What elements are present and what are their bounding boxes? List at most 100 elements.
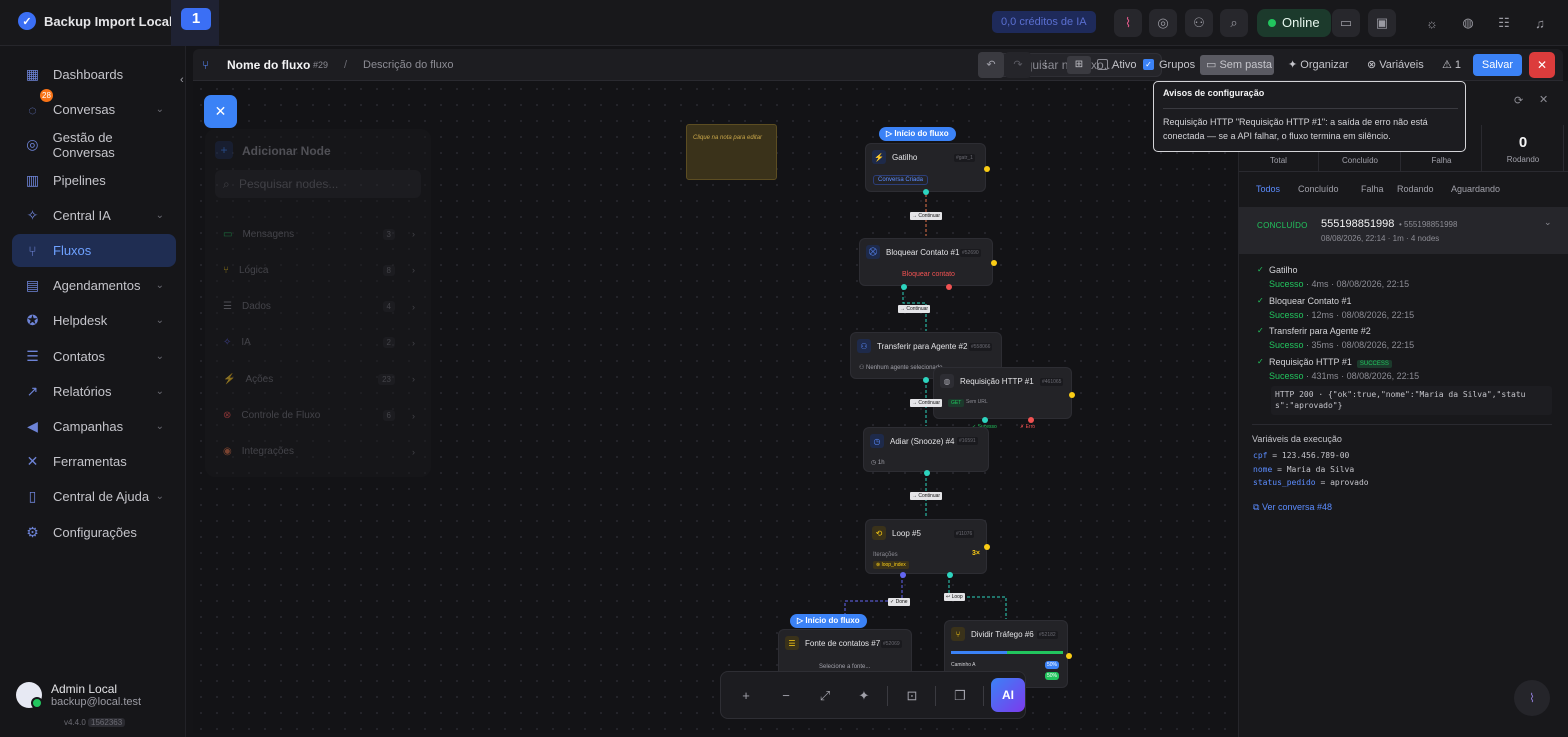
close-editor-button[interactable]: ✕ [1529, 52, 1555, 78]
port[interactable] [947, 572, 953, 578]
chevron-down-icon[interactable]: ⌄ [1544, 217, 1552, 228]
assistant-fab[interactable]: ⌇ [1514, 680, 1550, 716]
user-profile[interactable]: Admin Local backup@local.test [16, 682, 141, 709]
ai-assistant-button[interactable]: AI [991, 678, 1025, 712]
port[interactable] [923, 377, 929, 383]
fit-view-icon[interactable]: ⤢ [813, 684, 837, 708]
ai-icon: ✧ [26, 206, 39, 223]
node-loop[interactable]: ⟲ Loop #5 #11076 Iterações 3× ⊗ loop_inde… [865, 519, 990, 578]
variable-value: = 123.456.789-00 [1272, 451, 1350, 460]
ai-credits-badge[interactable]: 0,0 créditos de IA [992, 11, 1096, 33]
folder-button[interactable]: ▭ Sem pasta [1200, 55, 1274, 75]
message-icon[interactable]: ▭ [1332, 9, 1360, 37]
sidebar-item-dashboards[interactable]: ▦ Dashboards [12, 58, 176, 91]
sidebar-item-pipelines[interactable]: ▥ Pipelines [12, 164, 176, 197]
filter-tab[interactable]: Todos [1256, 184, 1280, 194]
node-body: Bloquear contato [902, 271, 955, 278]
sidebar-item-ferramentas[interactable]: ✕ Ferramentas [12, 445, 176, 478]
chevron-down-icon: ⌄ [155, 421, 164, 432]
flow-id: #29 [313, 60, 329, 70]
execution-run-card[interactable]: CONCLUÍDO 555198851998 • 555198851998 08… [1239, 207, 1568, 254]
sidebar-item-central-de-ajuda[interactable]: ▯ Central de Ajuda ⌄ [12, 480, 176, 513]
sidebar-item-agendamentos[interactable]: ▤ Agendamentos ⌄ [12, 269, 176, 302]
step-duration: · 35ms [1306, 340, 1334, 350]
port[interactable] [1028, 417, 1034, 423]
port[interactable] [982, 417, 988, 423]
sidebar-item-configura-es[interactable]: ⚙ Configurações [12, 516, 176, 549]
collapse-sidebar-icon[interactable]: ‹ [180, 74, 184, 86]
port[interactable] [923, 189, 929, 195]
port[interactable] [984, 166, 990, 172]
view-conversation-link[interactable]: ⧉ Ver conversa #48 [1253, 502, 1332, 513]
port[interactable] [900, 572, 906, 578]
zoom-out-icon[interactable]: − [774, 684, 798, 708]
magic-icon[interactable]: ✦ [852, 684, 876, 708]
port[interactable] [1069, 392, 1075, 398]
target-icon[interactable]: ◎ [1149, 9, 1177, 37]
groups-checkbox[interactable]: ✓ [1143, 59, 1154, 70]
theme-icon[interactable]: ☼ [1418, 9, 1446, 37]
sidebar-item-helpdesk[interactable]: ✪ Helpdesk ⌄ [12, 304, 176, 337]
sidebar-item-label: Campanhas [53, 419, 124, 434]
app-brand[interactable]: ✓ Backup Import Local [18, 12, 173, 30]
close-icon[interactable]: ✕ [1539, 93, 1548, 106]
filter-tab[interactable]: Rodando [1397, 184, 1434, 194]
refresh-icon[interactable]: ⟳ [1514, 94, 1523, 107]
bell-icon[interactable]: ♫ [1526, 9, 1554, 37]
sticky-note[interactable]: Clique na nota para editar [686, 124, 777, 180]
online-status-button[interactable]: Online [1257, 9, 1331, 37]
organize-button[interactable]: ✦ Organizar [1288, 49, 1349, 81]
port[interactable] [991, 260, 997, 266]
users-icon[interactable]: ⚇ [1185, 9, 1213, 37]
sidebar-item-contatos[interactable]: ☰ Contatos ⌄ [12, 340, 176, 373]
port[interactable] [901, 284, 907, 290]
flow-branch-icon: ⑂ [202, 58, 210, 72]
save-button[interactable]: Salvar [1473, 54, 1522, 76]
flow-name[interactable]: Nome do fluxo [227, 49, 310, 81]
active-checkbox[interactable] [1097, 59, 1108, 70]
sidebar-item-fluxos[interactable]: ⑂ Fluxos [12, 234, 176, 267]
chevron-down-icon: ⌄ [155, 315, 164, 327]
node-gatilho[interactable]: ⚡ Gatilho #gatr_1 Conversa Criada [865, 143, 990, 195]
sidebar-item-central-ia[interactable]: ✧ Central IA ⌄ [12, 199, 176, 232]
tasks-icon[interactable]: ☷ [1490, 9, 1518, 37]
sidebar-item-gest-o-de-conversas[interactable]: ◎ Gestão de Conversas [12, 128, 176, 161]
variables-button[interactable]: ⊗ Variáveis [1367, 49, 1424, 81]
port[interactable] [984, 544, 990, 550]
warnings-button[interactable]: ⚠ 1 [1442, 49, 1461, 81]
variable-key: cpf [1253, 451, 1268, 460]
flow-description[interactable]: Descrição do fluxo [363, 49, 454, 81]
port[interactable] [1066, 653, 1072, 659]
divider [1163, 108, 1458, 109]
check-icon: ✓ [1257, 265, 1264, 274]
node-requisicao-http[interactable]: ◍ Requisição HTTP #1 #461065 GET Sem URL … [933, 367, 1075, 430]
node-bloquear-contato[interactable]: ⛒ Bloquear Contato #1 #52690 Bloquear con… [859, 238, 997, 290]
filter-tab[interactable]: Aguardando [1451, 184, 1500, 194]
calendar-icon[interactable]: ▣ [1368, 9, 1396, 37]
filter-tab[interactable]: Concluído [1298, 184, 1339, 194]
sidebar-item-conversas[interactable]: ◌ 28 Conversas ⌄ [12, 89, 176, 126]
split-bar-b [1007, 651, 1063, 654]
copy-icon[interactable]: ❐ [948, 684, 972, 708]
stats-icon[interactable]: ⫶ [1044, 49, 1047, 81]
port[interactable] [924, 470, 930, 476]
undo-icon[interactable]: ↶ [978, 52, 1004, 78]
lock-icon[interactable]: ⊡ [900, 684, 924, 708]
filter-tab[interactable]: Falha [1361, 184, 1384, 194]
port[interactable] [946, 284, 952, 290]
zoom-in-icon[interactable]: + [734, 684, 758, 708]
workspace-tab[interactable]: 1 [171, 0, 219, 46]
calendar-icon: ▤ [25, 277, 40, 294]
snap-icon[interactable]: ⊞ [1067, 56, 1091, 74]
stat-label: Concluído [1341, 156, 1379, 165]
node-body: ⚇ Nenhum agente selecionado [859, 365, 943, 371]
redo-icon[interactable]: ↷ [1005, 52, 1031, 78]
activity-icon[interactable]: ⌇ [1114, 9, 1142, 37]
sidebar-item-relat-rios[interactable]: ↗ Relatórios ⌄ [12, 375, 176, 408]
node-adiar-snooze[interactable]: ◷ Adiar (Snooze) #4 #16591 ◷ 1h [863, 427, 989, 476]
search-icon[interactable]: ⌕ [1220, 9, 1248, 37]
language-icon[interactable]: ◍ [1454, 9, 1482, 37]
sidebar-item-campanhas[interactable]: ◀ Campanhas ⌄ [12, 410, 176, 443]
flow-canvas[interactable]: + Adicionar Node ⌕ Pesquisar nodes... ▭ M… [193, 81, 1238, 733]
check-icon: ✓ [1257, 356, 1264, 366]
